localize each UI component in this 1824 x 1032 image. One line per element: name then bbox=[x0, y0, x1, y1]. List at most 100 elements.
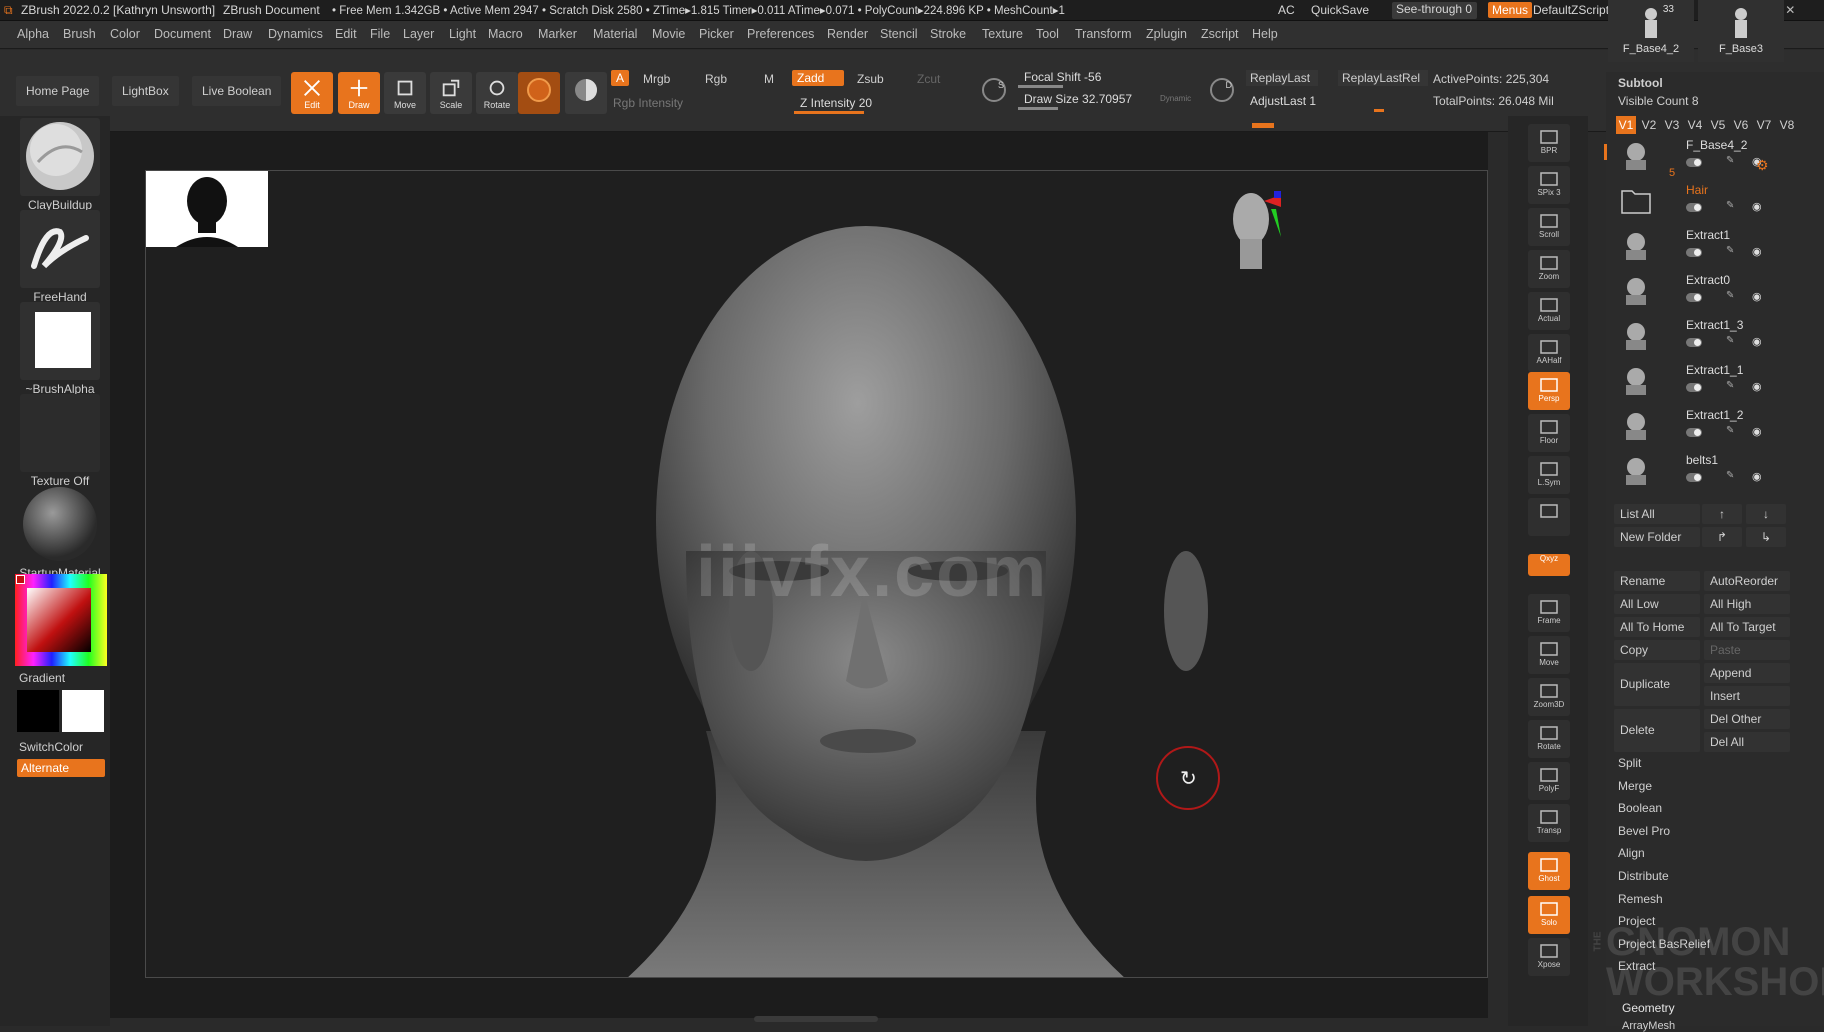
brush-icon[interactable]: ✎ bbox=[1726, 245, 1734, 256]
menu-color[interactable]: Color bbox=[110, 27, 140, 41]
del-other-button[interactable]: Del Other bbox=[1704, 709, 1790, 729]
split-section[interactable]: Split bbox=[1618, 756, 1641, 770]
brush-icon[interactable]: ✎ bbox=[1726, 425, 1734, 436]
eye-icon[interactable]: ◉ bbox=[1752, 200, 1762, 213]
quicksave-button[interactable]: QuickSave bbox=[1311, 3, 1369, 17]
menu-picker[interactable]: Picker bbox=[699, 27, 734, 41]
live-boolean-button[interactable]: Live Boolean bbox=[192, 76, 282, 106]
frame-button[interactable]: Frame bbox=[1528, 594, 1570, 632]
focal-shift-slider[interactable]: Focal Shift -56 bbox=[1018, 66, 1193, 90]
home-page-button[interactable]: Home Page bbox=[16, 76, 100, 106]
eye-icon[interactable]: ◉ bbox=[1752, 380, 1762, 393]
append-button[interactable]: Append bbox=[1704, 663, 1790, 683]
duplicate-button[interactable]: Duplicate bbox=[1614, 663, 1700, 706]
menu-preferences[interactable]: Preferences bbox=[747, 27, 814, 41]
rgb-button[interactable]: Rgb bbox=[705, 72, 727, 86]
subtool-header[interactable]: Subtool bbox=[1618, 76, 1663, 90]
ghost-button[interactable]: Ghost bbox=[1528, 852, 1570, 890]
menu-document[interactable]: Document bbox=[154, 27, 211, 41]
list-all-button[interactable]: List All bbox=[1614, 504, 1700, 524]
version-tab-v8[interactable]: V8 bbox=[1777, 116, 1797, 134]
subtool-item[interactable]: Extract1 ✎ ◉ bbox=[1606, 226, 1824, 271]
folder-up-icon[interactable]: ↱ bbox=[1702, 527, 1742, 547]
menu-dynamics[interactable]: Dynamics bbox=[268, 27, 323, 41]
default-zscript-button[interactable]: DefaultZScript bbox=[1533, 3, 1609, 17]
subtool-item[interactable]: F_Base4_2 ✎ ◉ bbox=[1604, 136, 1824, 181]
texture-selector[interactable]: Texture Off bbox=[15, 394, 105, 488]
rotate-mode-button[interactable]: Rotate bbox=[476, 72, 518, 114]
rename-button[interactable]: Rename bbox=[1614, 571, 1700, 591]
version-tab-v7[interactable]: V7 bbox=[1754, 116, 1774, 134]
menu-light[interactable]: Light bbox=[449, 27, 476, 41]
bpr-button[interactable]: BPR bbox=[1528, 124, 1570, 162]
polypaint-toggle[interactable] bbox=[1686, 473, 1702, 482]
actual-button[interactable]: Actual bbox=[1528, 292, 1570, 330]
all-low-button[interactable]: All Low bbox=[1614, 594, 1700, 614]
xpose-button[interactable]: Xpose bbox=[1528, 938, 1570, 976]
color-picker[interactable] bbox=[15, 574, 107, 666]
brush-icon[interactable]: ✎ bbox=[1726, 200, 1734, 211]
subtool-item[interactable]: Extract1_1 ✎ ◉ bbox=[1606, 361, 1824, 406]
paste-button[interactable]: Paste bbox=[1704, 640, 1790, 660]
menu-zscript[interactable]: Zscript bbox=[1201, 27, 1239, 41]
menu-edit[interactable]: Edit bbox=[335, 27, 357, 41]
subtool-item[interactable]: belts1 ✎ ◉ bbox=[1606, 451, 1824, 496]
subtool-item[interactable]: Extract0 ✎ ◉ bbox=[1606, 271, 1824, 316]
spix-3-button[interactable]: SPix 3 bbox=[1528, 166, 1570, 204]
menus-button[interactable]: Menus bbox=[1488, 2, 1533, 18]
polypaint-toggle[interactable] bbox=[1686, 428, 1702, 437]
move-mode-button[interactable]: Move bbox=[384, 72, 426, 114]
a-button[interactable]: A bbox=[611, 70, 630, 86]
tool-thumb-0[interactable]: F_Base4_2 33 bbox=[1608, 0, 1694, 62]
lock-button[interactable] bbox=[1528, 498, 1570, 536]
zsub-button[interactable]: Zsub bbox=[857, 72, 884, 86]
menu-help[interactable]: Help bbox=[1252, 27, 1278, 41]
brush-selector[interactable]: ClayBuildup bbox=[15, 118, 105, 212]
alpha-selector[interactable]: ~BrushAlpha bbox=[15, 302, 105, 396]
polypaint-toggle[interactable] bbox=[1686, 158, 1702, 167]
all-to-target-button[interactable]: All To Target bbox=[1704, 617, 1790, 637]
floor-button[interactable]: Floor bbox=[1528, 414, 1570, 452]
all-high-button[interactable]: All High bbox=[1704, 594, 1790, 614]
scroll-button[interactable]: Scroll bbox=[1528, 208, 1570, 246]
material-selector[interactable]: StartupMaterial bbox=[15, 486, 105, 580]
move-down-arrow-icon[interactable]: ↓ bbox=[1746, 504, 1786, 524]
subtool-item[interactable]: Extract1_2 ✎ ◉ bbox=[1606, 406, 1824, 451]
bottom-shelf-handle[interactable] bbox=[754, 1016, 878, 1022]
new-folder-button[interactable]: New Folder bbox=[1614, 527, 1700, 547]
orientation-gizmo[interactable] bbox=[1226, 189, 1281, 284]
menu-macro[interactable]: Macro bbox=[488, 27, 523, 41]
menu-tool[interactable]: Tool bbox=[1036, 27, 1059, 41]
alternate-button[interactable]: Alternate bbox=[17, 759, 105, 777]
menu-zplugin[interactable]: Zplugin bbox=[1146, 27, 1187, 41]
version-tab-v4[interactable]: V4 bbox=[1685, 116, 1705, 134]
brush-icon[interactable]: ✎ bbox=[1726, 335, 1734, 346]
menu-movie[interactable]: Movie bbox=[652, 27, 685, 41]
transp-button[interactable]: Transp bbox=[1528, 804, 1570, 842]
brush-icon[interactable]: ✎ bbox=[1726, 470, 1734, 481]
zcut-button[interactable]: Zcut bbox=[917, 72, 940, 86]
version-tab-v3[interactable]: V3 bbox=[1662, 116, 1682, 134]
stroke-selector[interactable]: FreeHand bbox=[15, 210, 105, 304]
copy-button[interactable]: Copy bbox=[1614, 640, 1700, 660]
polypaint-toggle[interactable] bbox=[1686, 338, 1702, 347]
material-sphere-button[interactable] bbox=[565, 72, 607, 114]
brush-icon[interactable]: ✎ bbox=[1726, 155, 1734, 166]
arraymesh-header[interactable]: ArrayMesh bbox=[1622, 1020, 1675, 1032]
draw-mode-button[interactable]: Draw bbox=[338, 72, 380, 114]
menu-layer[interactable]: Layer bbox=[403, 27, 434, 41]
del-all-button[interactable]: Del All bbox=[1704, 732, 1790, 752]
see-through-slider[interactable]: See-through 0 bbox=[1392, 2, 1477, 19]
menu-render[interactable]: Render bbox=[827, 27, 868, 41]
s-symmetry-icon[interactable]: S bbox=[982, 78, 1006, 102]
document-canvas[interactable]: iiivfx.com ↻ bbox=[145, 170, 1488, 978]
version-tab-v5[interactable]: V5 bbox=[1708, 116, 1728, 134]
replay-last-rel-button[interactable]: ReplayLastRel bbox=[1338, 70, 1429, 86]
polypaint-toggle[interactable] bbox=[1686, 203, 1702, 212]
switch-color-button[interactable]: SwitchColor bbox=[19, 740, 83, 754]
color-sphere-button[interactable] bbox=[518, 72, 560, 114]
m-button[interactable]: M bbox=[764, 72, 774, 86]
aahalf-button[interactable]: AAHalf bbox=[1528, 334, 1570, 372]
adjust-last-slider[interactable]: AdjustLast 1 bbox=[1246, 90, 1421, 114]
brush-icon[interactable]: ✎ bbox=[1726, 380, 1734, 391]
